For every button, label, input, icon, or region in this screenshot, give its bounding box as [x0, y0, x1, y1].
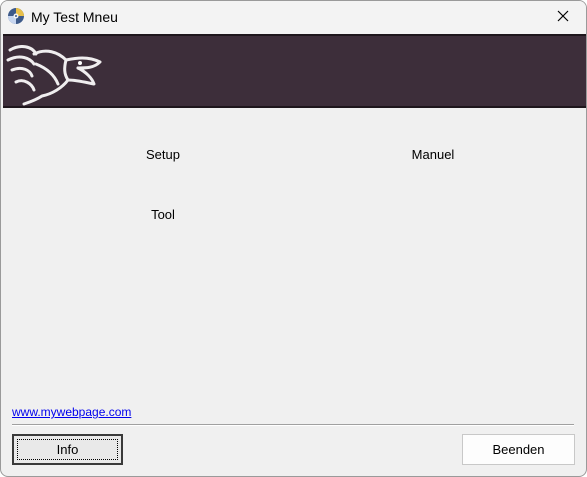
close-icon: [557, 9, 569, 27]
exit-button-label: Beenden: [492, 442, 545, 457]
disc-icon: [7, 7, 25, 25]
header-banner: [3, 34, 586, 108]
close-button[interactable]: [540, 1, 586, 34]
website-link[interactable]: www.mywebpage.com: [12, 405, 131, 419]
exit-button[interactable]: Beenden: [462, 434, 575, 465]
info-button[interactable]: Info: [12, 434, 123, 465]
focus-ring: [17, 439, 118, 460]
footer-divider: [12, 424, 574, 426]
tool-link[interactable]: Tool: [151, 207, 175, 222]
window-title: My Test Mneu: [31, 9, 118, 25]
title-bar[interactable]: My Test Mneu: [1, 1, 586, 34]
setup-link[interactable]: Setup: [146, 147, 180, 162]
manuel-link[interactable]: Manuel: [412, 147, 455, 162]
app-window: My Test Mneu Setup Manuel Tool www.myweb…: [0, 0, 587, 477]
dragon-logo-icon: [6, 38, 104, 106]
